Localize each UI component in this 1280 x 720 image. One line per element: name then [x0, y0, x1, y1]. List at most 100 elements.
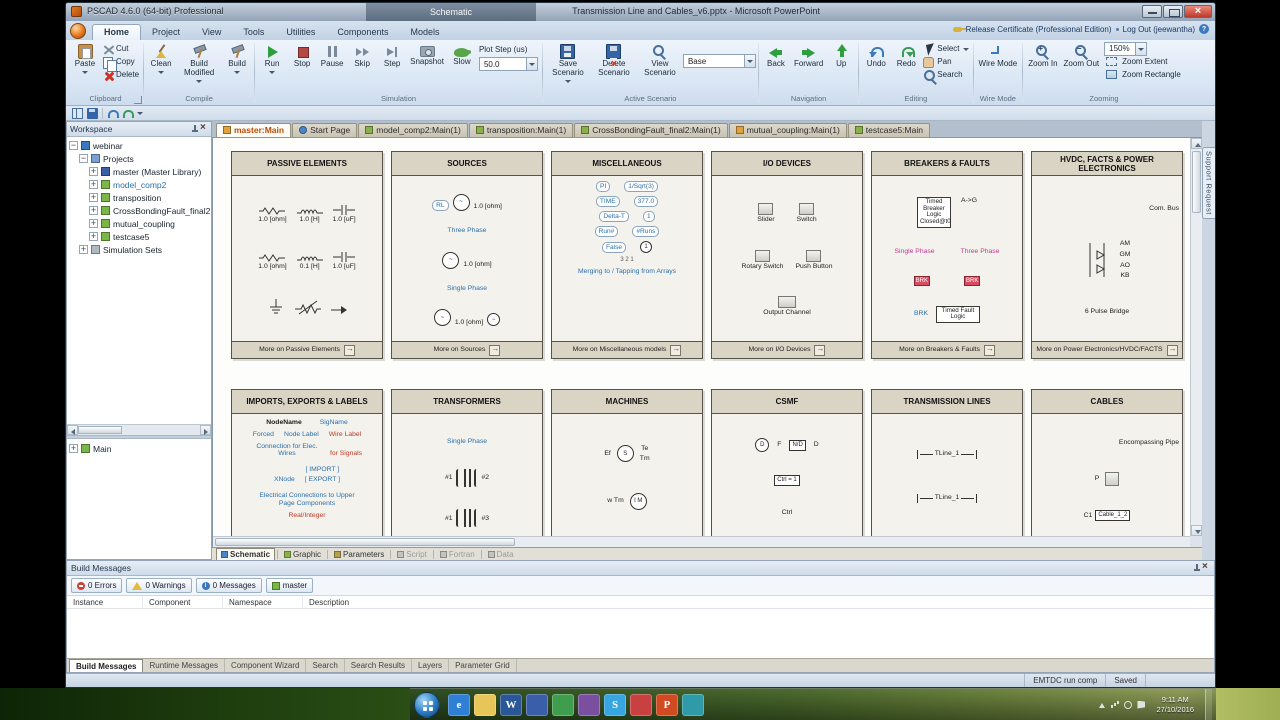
- arrow-button[interactable]: [983, 344, 995, 356]
- scroll-left-icon[interactable]: [67, 425, 78, 435]
- tab-build-messages[interactable]: Build Messages: [69, 659, 144, 672]
- scrollbar-thumb[interactable]: [215, 538, 515, 546]
- tab-view[interactable]: View: [191, 25, 232, 40]
- column-instance[interactable]: Instance: [67, 596, 143, 608]
- scrollbar-thumb[interactable]: [78, 426, 122, 434]
- zoom-extent-button[interactable]: Zoom Extent: [1102, 55, 1183, 68]
- close-button[interactable]: [1184, 5, 1212, 18]
- tab-component-wizard[interactable]: Component Wizard: [225, 659, 307, 672]
- application-menu-button[interactable]: [70, 23, 86, 39]
- tree-item-webinar[interactable]: webinar: [69, 139, 211, 152]
- up-button[interactable]: Up: [826, 42, 856, 69]
- column-description[interactable]: Description: [303, 596, 1214, 608]
- tree-item-projects[interactable]: Projects: [69, 152, 211, 165]
- run-button[interactable]: Run: [257, 42, 287, 74]
- tab-tools[interactable]: Tools: [232, 25, 275, 40]
- expander-icon[interactable]: [89, 166, 98, 176]
- pin-icon[interactable]: [1193, 564, 1201, 572]
- pan-button[interactable]: Pan: [921, 55, 970, 68]
- skip-button[interactable]: Skip: [347, 42, 377, 69]
- logout-link[interactable]: Log Out (jeewantha): [1123, 25, 1196, 34]
- tree-item-master[interactable]: master (Master Library): [69, 165, 211, 178]
- expander-icon[interactable]: [79, 244, 88, 254]
- more-link[interactable]: More on I/O Devices: [712, 341, 862, 358]
- build-modified-button[interactable]: Build Modified: [176, 42, 222, 83]
- arrow-button[interactable]: [1166, 344, 1178, 356]
- expander-icon[interactable]: [89, 231, 98, 241]
- scenario-combo[interactable]: Base: [682, 54, 756, 68]
- view-scenario-button[interactable]: View Scenario: [637, 42, 683, 78]
- scrollbar-thumb[interactable]: [1192, 151, 1201, 213]
- doc-tab-mutual-coupling[interactable]: mutual_coupling:Main(1): [728, 123, 847, 137]
- undo-icon[interactable]: [107, 108, 119, 119]
- maximize-button[interactable]: [1163, 5, 1183, 18]
- workspace-panel-icon[interactable]: [72, 107, 83, 119]
- toolbar-options-icon[interactable]: [137, 112, 143, 115]
- save-scenario-button[interactable]: Save Scenario: [545, 42, 591, 83]
- tab-search[interactable]: Search: [306, 659, 345, 672]
- minimize-button[interactable]: [1142, 5, 1162, 18]
- tab-layers[interactable]: Layers: [412, 659, 450, 672]
- tab-components[interactable]: Components: [326, 25, 399, 40]
- tree-item-mutual-coupling[interactable]: mutual_coupling: [69, 217, 211, 230]
- search-button[interactable]: Search: [921, 68, 970, 81]
- expander-icon[interactable]: [69, 140, 78, 150]
- build-button[interactable]: Build: [222, 42, 252, 74]
- taskbar-internet-explorer-icon[interactable]: e: [448, 693, 470, 716]
- messages-filter-button[interactable]: i0 Messages: [195, 578, 262, 593]
- title-bar[interactable]: PSCAD 4.6.0 (64-bit) Professional Schema…: [66, 3, 1215, 21]
- stop-button[interactable]: Stop: [287, 42, 317, 69]
- copy-button[interactable]: Copy: [100, 55, 141, 72]
- show-desktop-button[interactable]: [1205, 688, 1212, 720]
- arrow-button[interactable]: [814, 344, 826, 356]
- back-button[interactable]: Back: [761, 42, 791, 69]
- expander-icon[interactable]: [69, 443, 78, 453]
- volume-icon[interactable]: [1124, 700, 1133, 709]
- doc-tab-model-comp2[interactable]: model_comp2:Main(1): [358, 123, 468, 137]
- message-list[interactable]: [67, 609, 1214, 658]
- expander-icon[interactable]: [89, 179, 98, 189]
- tab-home[interactable]: Home: [92, 24, 142, 40]
- wire-mode-button[interactable]: Wire Mode: [976, 42, 1021, 69]
- help-icon[interactable]: ?: [1199, 24, 1209, 34]
- taskbar-clock[interactable]: 9:11 AM 27/10/2016: [1150, 695, 1200, 715]
- slow-button[interactable]: Slow: [447, 42, 477, 67]
- clean-button[interactable]: Clean: [146, 42, 176, 74]
- tree-item-testcase5[interactable]: testcase5: [69, 230, 211, 243]
- tree-item-simulation-sets[interactable]: Simulation Sets: [69, 243, 211, 256]
- doc-tab-start-page[interactable]: Start Page: [292, 123, 358, 137]
- release-certificate-link[interactable]: Release Certificate (Professional Editio…: [966, 25, 1112, 34]
- cut-button[interactable]: Cut: [100, 42, 141, 55]
- select-button[interactable]: Select: [921, 42, 970, 55]
- more-link[interactable]: More on Passive Elements: [232, 341, 382, 358]
- canvas-horizontal-scrollbar[interactable]: [213, 536, 1190, 547]
- close-icon[interactable]: [199, 122, 208, 134]
- pause-button[interactable]: Pause: [317, 42, 347, 69]
- snapshot-button[interactable]: Snapshot: [407, 42, 447, 67]
- doc-tab-master-main[interactable]: master:Main: [216, 123, 292, 137]
- action-center-icon[interactable]: [1137, 700, 1146, 709]
- tab-project[interactable]: Project: [141, 25, 191, 40]
- canvas-vertical-scrollbar[interactable]: [1190, 138, 1202, 536]
- delete-button[interactable]: Delete: [100, 68, 141, 81]
- scroll-right-icon[interactable]: [200, 425, 211, 435]
- tree-item-transposition[interactable]: transposition: [69, 191, 211, 204]
- close-icon[interactable]: [1201, 561, 1210, 573]
- zoom-level-combo[interactable]: 150%: [1102, 41, 1183, 56]
- project-filter-button[interactable]: master: [265, 578, 314, 593]
- zoom-rectangle-button[interactable]: Zoom Rectangle: [1102, 68, 1183, 81]
- step-button[interactable]: Step: [377, 42, 407, 69]
- doc-tab-testcase5[interactable]: testcase5:Main: [847, 123, 930, 137]
- tab-models[interactable]: Models: [399, 25, 450, 40]
- column-namespace[interactable]: Namespace: [223, 596, 303, 608]
- view-tab-fortran[interactable]: Fortran: [436, 548, 479, 560]
- arrow-button[interactable]: [670, 344, 682, 356]
- tree-item-main[interactable]: Main: [69, 442, 211, 455]
- tab-runtime-messages[interactable]: Runtime Messages: [143, 659, 225, 672]
- taskbar-app-icon[interactable]: [552, 693, 574, 716]
- tree-item-model-comp2[interactable]: model_comp2: [69, 178, 211, 191]
- more-link[interactable]: More on Miscellaneous models: [552, 341, 702, 358]
- plot-step-combo[interactable]: 50.0: [478, 57, 538, 71]
- zoom-out-button[interactable]: − Zoom Out: [1061, 42, 1103, 69]
- dialog-launcher-icon[interactable]: [134, 96, 143, 104]
